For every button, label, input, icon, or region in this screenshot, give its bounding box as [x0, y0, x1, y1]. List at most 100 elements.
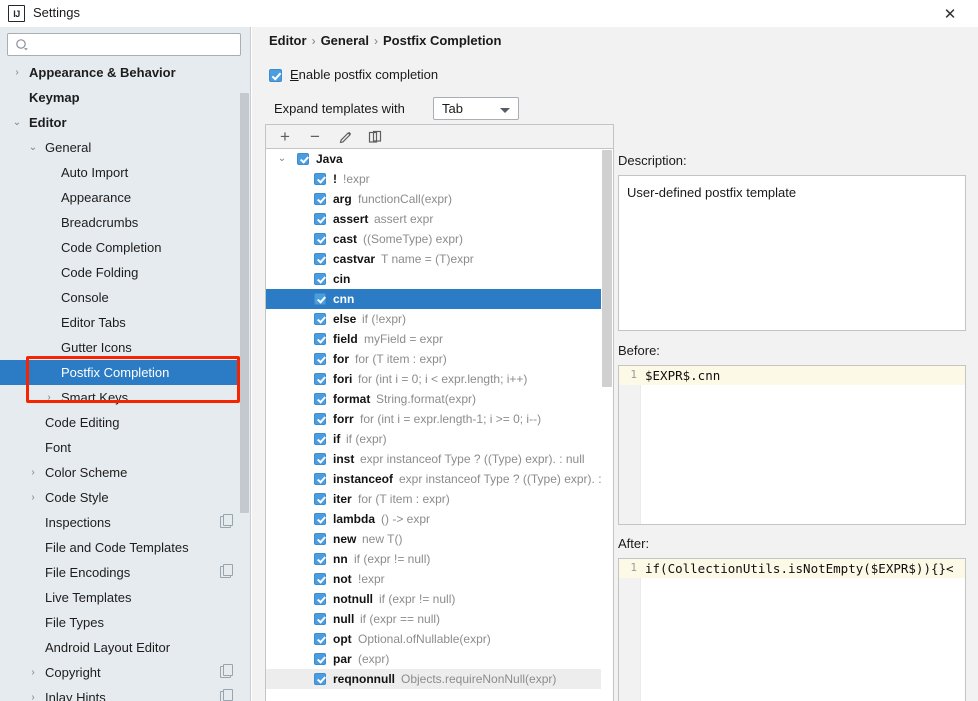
template-row[interactable]: elseif (!expr): [266, 309, 613, 329]
chevron-down-icon[interactable]: ⌄: [26, 135, 40, 160]
template-row[interactable]: nnif (expr != null): [266, 549, 613, 569]
sidebar-item-breadcrumbs[interactable]: Breadcrumbs: [0, 210, 243, 235]
template-row[interactable]: ifif (expr): [266, 429, 613, 449]
sidebar-item-auto-import[interactable]: Auto Import: [0, 160, 243, 185]
template-checkbox[interactable]: [314, 253, 326, 265]
template-row[interactable]: assertassert expr: [266, 209, 613, 229]
template-checkbox[interactable]: [314, 573, 326, 585]
chevron-right-icon[interactable]: ›: [10, 60, 24, 85]
sidebar-item-inlay-hints[interactable]: ›Inlay Hints: [0, 685, 243, 701]
chevron-right-icon[interactable]: ›: [26, 685, 40, 701]
sidebar-item-code-editing[interactable]: Code Editing: [0, 410, 243, 435]
template-row[interactable]: forrfor (int i = expr.length-1; i >= 0; …: [266, 409, 613, 429]
sidebar-item-postfix-completion[interactable]: Postfix Completion: [0, 360, 243, 385]
template-checkbox[interactable]: [314, 273, 326, 285]
template-checkbox[interactable]: [314, 533, 326, 545]
breadcrumb-item-editor[interactable]: Editor: [269, 33, 307, 48]
template-checkbox[interactable]: [314, 193, 326, 205]
search-box[interactable]: [7, 33, 241, 56]
templates-scrollbar-track[interactable]: [601, 149, 613, 701]
sidebar-item-editor[interactable]: ⌄Editor: [0, 110, 243, 135]
sidebar-item-copyright[interactable]: ›Copyright: [0, 660, 243, 685]
enable-postfix-completion-checkbox[interactable]: [269, 69, 282, 82]
template-checkbox[interactable]: [314, 413, 326, 425]
description-box[interactable]: User-defined postfix template: [618, 175, 966, 331]
template-row[interactable]: par(expr): [266, 649, 613, 669]
sidebar-item-code-completion[interactable]: Code Completion: [0, 235, 243, 260]
close-icon[interactable]: ✕: [928, 0, 972, 27]
template-row[interactable]: argfunctionCall(expr): [266, 189, 613, 209]
template-row[interactable]: formatString.format(expr): [266, 389, 613, 409]
template-checkbox[interactable]: [314, 453, 326, 465]
template-row[interactable]: reqnonnullObjects.requireNonNull(expr): [266, 669, 613, 689]
after-code-editor[interactable]: 1 if(CollectionUtils.isNotEmpty($EXPR$))…: [618, 558, 966, 701]
template-checkbox[interactable]: [314, 553, 326, 565]
sidebar-scrollbar-thumb[interactable]: [240, 93, 249, 513]
template-checkbox[interactable]: [314, 373, 326, 385]
postfix-templates-list[interactable]: ⌄Java!!exprargfunctionCall(expr)assertas…: [265, 148, 614, 701]
sidebar-item-appearance-behavior[interactable]: ›Appearance & Behavior: [0, 60, 243, 85]
template-row[interactable]: newnew T(): [266, 529, 613, 549]
template-checkbox[interactable]: [314, 673, 326, 685]
chevron-down-icon[interactable]: ⌄: [276, 149, 288, 169]
template-row[interactable]: instanceofexpr instanceof Type ? ((Type)…: [266, 469, 613, 489]
template-row[interactable]: instexpr instanceof Type ? ((Type) expr)…: [266, 449, 613, 469]
sidebar-item-keymap[interactable]: Keymap: [0, 85, 243, 110]
template-row[interactable]: !!expr: [266, 169, 613, 189]
edit-template-button[interactable]: [332, 125, 358, 149]
sidebar-item-smart-keys[interactable]: ›Smart Keys: [0, 385, 243, 410]
template-checkbox[interactable]: [314, 653, 326, 665]
sidebar-item-file-types[interactable]: File Types: [0, 610, 243, 635]
template-checkbox[interactable]: [314, 313, 326, 325]
template-checkbox[interactable]: [314, 613, 326, 625]
template-row[interactable]: iterfor (T item : expr): [266, 489, 613, 509]
template-checkbox[interactable]: [314, 433, 326, 445]
sidebar-item-editor-tabs[interactable]: Editor Tabs: [0, 310, 243, 335]
sidebar-item-live-templates[interactable]: Live Templates: [0, 585, 243, 610]
template-row[interactable]: optOptional.ofNullable(expr): [266, 629, 613, 649]
sidebar-item-general[interactable]: ⌄General: [0, 135, 243, 160]
template-checkbox[interactable]: [314, 493, 326, 505]
sidebar-item-appearance[interactable]: Appearance: [0, 185, 243, 210]
template-checkbox[interactable]: [314, 173, 326, 185]
sidebar-item-android-layout-editor[interactable]: Android Layout Editor: [0, 635, 243, 660]
template-row[interactable]: lambda() -> expr: [266, 509, 613, 529]
sidebar-scrollbar-track[interactable]: [240, 60, 250, 701]
chevron-right-icon[interactable]: ›: [26, 460, 40, 485]
template-checkbox[interactable]: [314, 213, 326, 225]
sidebar-item-file-and-code-templates[interactable]: File and Code Templates: [0, 535, 243, 560]
template-checkbox[interactable]: [314, 593, 326, 605]
sidebar-item-console[interactable]: Console: [0, 285, 243, 310]
template-row[interactable]: fieldmyField = expr: [266, 329, 613, 349]
template-checkbox[interactable]: [314, 293, 326, 305]
sidebar-item-code-style[interactable]: ›Code Style: [0, 485, 243, 510]
template-row[interactable]: cast((SomeType) expr): [266, 229, 613, 249]
sidebar-item-font[interactable]: Font: [0, 435, 243, 460]
template-checkbox[interactable]: [314, 473, 326, 485]
before-code-editor[interactable]: 1 $EXPR$.cnn: [618, 365, 966, 525]
sidebar-item-gutter-icons[interactable]: Gutter Icons: [0, 335, 243, 360]
sidebar-item-color-scheme[interactable]: ›Color Scheme: [0, 460, 243, 485]
chevron-down-icon[interactable]: ⌄: [10, 110, 24, 135]
template-checkbox[interactable]: [314, 233, 326, 245]
template-row[interactable]: forifor (int i = 0; i < expr.length; i++…: [266, 369, 613, 389]
template-row[interactable]: cin: [266, 269, 613, 289]
template-checkbox[interactable]: [314, 393, 326, 405]
chevron-right-icon[interactable]: ›: [42, 385, 56, 410]
breadcrumb-item-general[interactable]: General: [321, 33, 369, 48]
chevron-right-icon[interactable]: ›: [26, 660, 40, 685]
sidebar-item-inspections[interactable]: Inspections: [0, 510, 243, 535]
chevron-right-icon[interactable]: ›: [26, 485, 40, 510]
template-group-java[interactable]: ⌄Java: [266, 149, 613, 169]
template-row[interactable]: cnn: [266, 289, 613, 309]
template-checkbox[interactable]: [314, 353, 326, 365]
template-checkbox[interactable]: [314, 333, 326, 345]
template-row[interactable]: forfor (T item : expr): [266, 349, 613, 369]
template-row[interactable]: castvarT name = (T)expr: [266, 249, 613, 269]
template-checkbox[interactable]: [314, 513, 326, 525]
search-input[interactable]: [34, 34, 234, 55]
templates-scrollbar-thumb[interactable]: [602, 150, 612, 387]
sidebar-item-file-encodings[interactable]: File Encodings: [0, 560, 243, 585]
template-checkbox[interactable]: [314, 633, 326, 645]
sidebar-item-code-folding[interactable]: Code Folding: [0, 260, 243, 285]
